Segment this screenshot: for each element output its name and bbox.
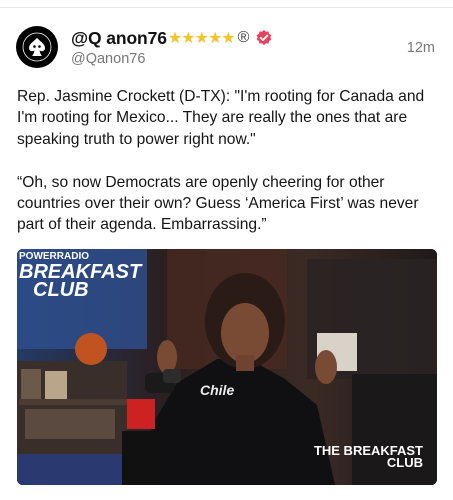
verified-badge-icon [257, 29, 272, 46]
hoodie-text: Chile [200, 382, 235, 398]
avatar[interactable] [16, 26, 58, 68]
logo-main-line: CLUB [33, 279, 89, 301]
post-paragraph: Rep. Jasmine Crockett (D-TX): "I'm rooti… [17, 88, 425, 148]
post-timestamp[interactable]: 12m [407, 40, 435, 56]
watermark-line: CLUB [386, 455, 423, 470]
display-name[interactable]: @Q anon76 [71, 28, 167, 49]
author-name-row: @Q anon76 ★★★★★ ® [71, 27, 273, 49]
top-divider [0, 7, 453, 8]
spade-pirate-icon [22, 32, 52, 62]
post-video-thumbnail[interactable]: POWERRADIO BREAKFAST CLUB Chile THE BREA… [17, 249, 437, 485]
post-paragraph: “Oh, so now Democrats are openly cheerin… [17, 173, 419, 234]
post-body: Rep. Jasmine Crockett (D-TX): "I'm rooti… [17, 86, 441, 236]
media-watermark: THE BREAKFAST CLUB [314, 444, 423, 470]
registered-badge: ® [237, 29, 250, 46]
star-badges: ★★★★★ [167, 30, 236, 47]
author-handle[interactable]: @Qanon76 [71, 51, 145, 67]
media-logo-main: BREAKFAST CLUB [19, 262, 141, 301]
